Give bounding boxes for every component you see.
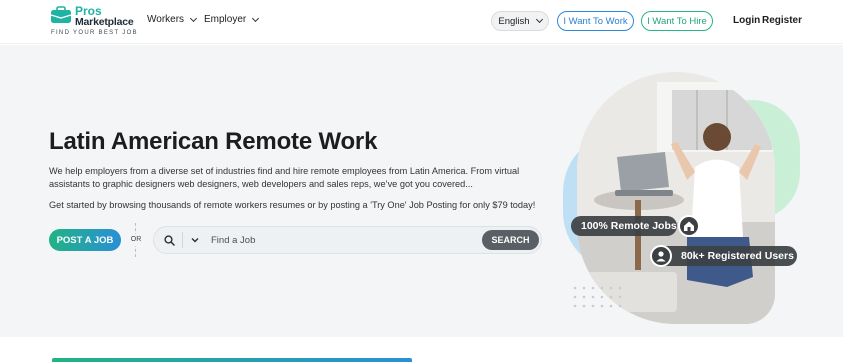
post-job-button[interactable]: POST A JOB	[49, 229, 121, 251]
chevron-down-icon[interactable]	[190, 235, 200, 245]
or-divider: OR	[128, 223, 144, 257]
next-section-gradient-bar	[52, 358, 412, 362]
job-search-bar: SEARCH	[153, 226, 542, 254]
logo[interactable]: Pros Marketplace FIND YOUR BEST JOB	[50, 5, 150, 39]
language-selector[interactable]: English	[491, 11, 549, 31]
login-link[interactable]: Login	[733, 15, 760, 26]
search-icon[interactable]	[164, 235, 175, 246]
nav-workers[interactable]: Workers	[147, 14, 198, 25]
hero-description: We help employers from a diverse set of …	[49, 166, 520, 189]
decorative-dots	[573, 286, 622, 308]
chevron-down-icon	[252, 14, 260, 22]
search-separator	[182, 232, 183, 248]
user-icon	[650, 245, 672, 267]
want-to-work-button[interactable]: I Want To Work	[557, 11, 634, 31]
chevron-down-icon	[535, 15, 543, 24]
top-navbar: Pros Marketplace FIND YOUR BEST JOB Work…	[0, 0, 843, 44]
chevron-down-icon	[190, 14, 198, 22]
hero-cta-text: Get started by browsing thousands of rem…	[49, 200, 536, 210]
language-label: English	[498, 15, 530, 27]
remote-jobs-badge: 100% Remote Jobs	[571, 216, 677, 236]
logo-tagline: FIND YOUR BEST JOB	[51, 30, 138, 36]
briefcase-logo-icon	[50, 6, 72, 23]
nav-employer[interactable]: Employer	[204, 14, 260, 25]
or-label: OR	[128, 234, 144, 246]
logo-name-line2: Marketplace	[75, 16, 134, 28]
search-input[interactable]	[211, 233, 471, 247]
remote-jobs-label: 100% Remote Jobs	[581, 220, 677, 232]
search-button[interactable]: SEARCH	[482, 230, 539, 250]
remote-home-icon	[678, 215, 700, 237]
register-link[interactable]: Register	[762, 15, 802, 26]
nav-workers-label: Workers	[147, 14, 185, 25]
nav-employer-label: Employer	[204, 14, 247, 25]
registered-users-label: 80k+ Registered Users	[681, 250, 794, 262]
registered-users-badge: 80k+ Registered Users	[655, 246, 797, 266]
hero-title: Latin American Remote Work	[49, 128, 378, 155]
want-to-hire-button[interactable]: I Want To Hire	[641, 11, 713, 31]
